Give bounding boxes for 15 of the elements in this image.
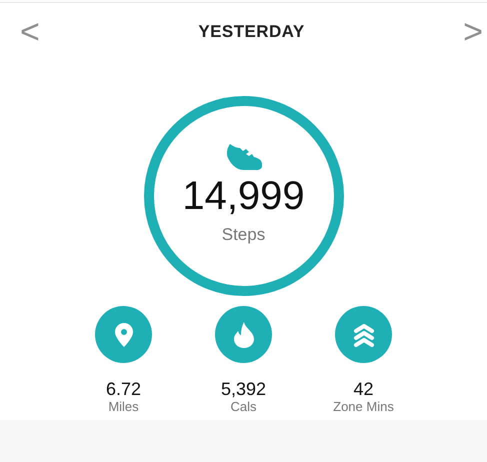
steps-label: Steps (222, 224, 266, 246)
stat-value: 5,392 (220, 379, 266, 399)
stat-label: Cals (230, 399, 256, 415)
chevrons-up-icon (352, 322, 374, 346)
location-pin-icon (114, 322, 132, 346)
shoe-icon (226, 144, 262, 170)
stat-label: Miles (108, 399, 139, 415)
steps-value: 14,999 (182, 174, 305, 218)
flame-icon (234, 322, 254, 348)
previous-day-button[interactable]: < (20, 14, 40, 48)
stat-label: Zone Mins (333, 399, 394, 415)
next-day-button[interactable]: > (463, 14, 483, 48)
stat-value: 6.72 (106, 379, 142, 399)
stat-value: 42 (353, 379, 374, 399)
day-title: YESTERDAY (198, 20, 305, 43)
